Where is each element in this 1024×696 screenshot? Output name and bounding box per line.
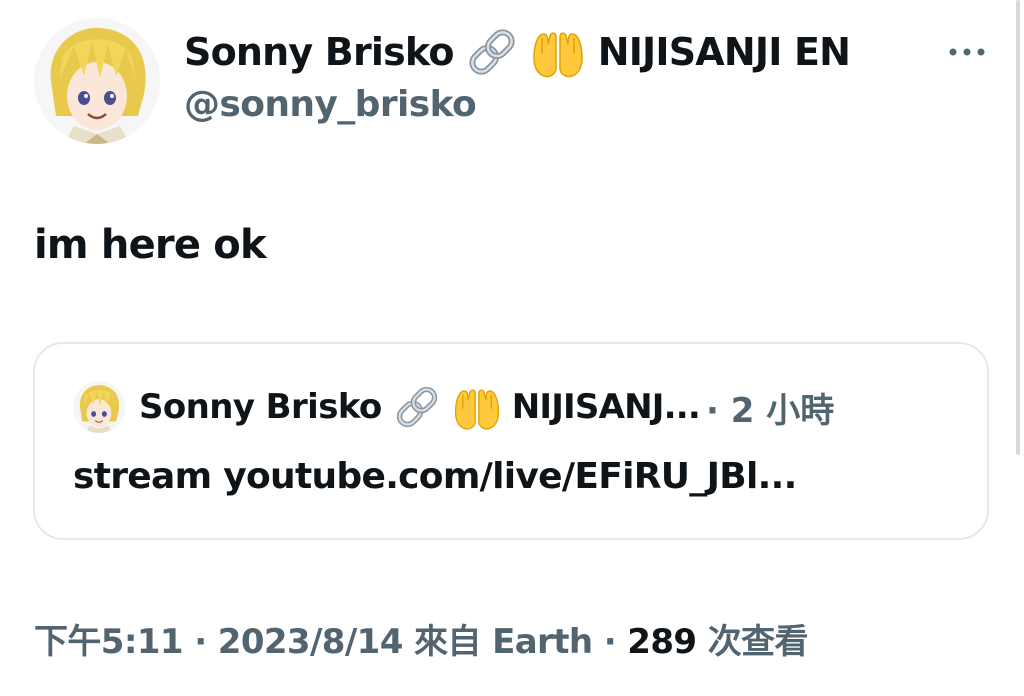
quoted-avatar bbox=[73, 381, 125, 433]
link-emoji-icon bbox=[392, 382, 442, 432]
raised-hands-emoji-icon bbox=[452, 382, 502, 432]
tweet-meta: 下午5:11 · 2023/8/14 來自 Earth · 289 次查看 bbox=[34, 614, 809, 663]
scrollbar[interactable] bbox=[1016, 0, 1020, 455]
author-affiliation: NIJISANJI EN bbox=[597, 30, 851, 74]
quoted-tweet-text: stream youtube.com/live/EFiRU_JBl... bbox=[73, 456, 797, 497]
author-display-name[interactable]: Sonny Brisko bbox=[184, 30, 454, 74]
author-handle[interactable]: @sonny_brisko bbox=[184, 84, 477, 125]
more-options-icon[interactable] bbox=[946, 40, 988, 64]
author-name-row[interactable]: Sonny Brisko NIJISANJI EN bbox=[184, 24, 851, 80]
views-count: 289 bbox=[627, 622, 697, 662]
quoted-tweet-header: Sonny Brisko NIJISANJ... · 2 小時 bbox=[73, 380, 834, 434]
views-label: 次查看 bbox=[707, 622, 809, 662]
link-emoji-icon bbox=[464, 24, 520, 80]
tweet-text: im here ok bbox=[34, 222, 267, 268]
quoted-tweet-card[interactable]: Sonny Brisko NIJISANJ... · 2 小時 stream y… bbox=[33, 342, 989, 540]
quoted-affiliation: NIJISANJ... bbox=[511, 387, 701, 427]
raised-hands-emoji-icon bbox=[530, 24, 586, 80]
avatar[interactable] bbox=[34, 18, 160, 144]
tweet-timestamp[interactable]: 下午5:11 · 2023/8/14 來自 Earth · bbox=[34, 622, 617, 662]
quoted-display-name: Sonny Brisko bbox=[139, 387, 382, 427]
quoted-timestamp: · 2 小時 bbox=[705, 390, 835, 431]
